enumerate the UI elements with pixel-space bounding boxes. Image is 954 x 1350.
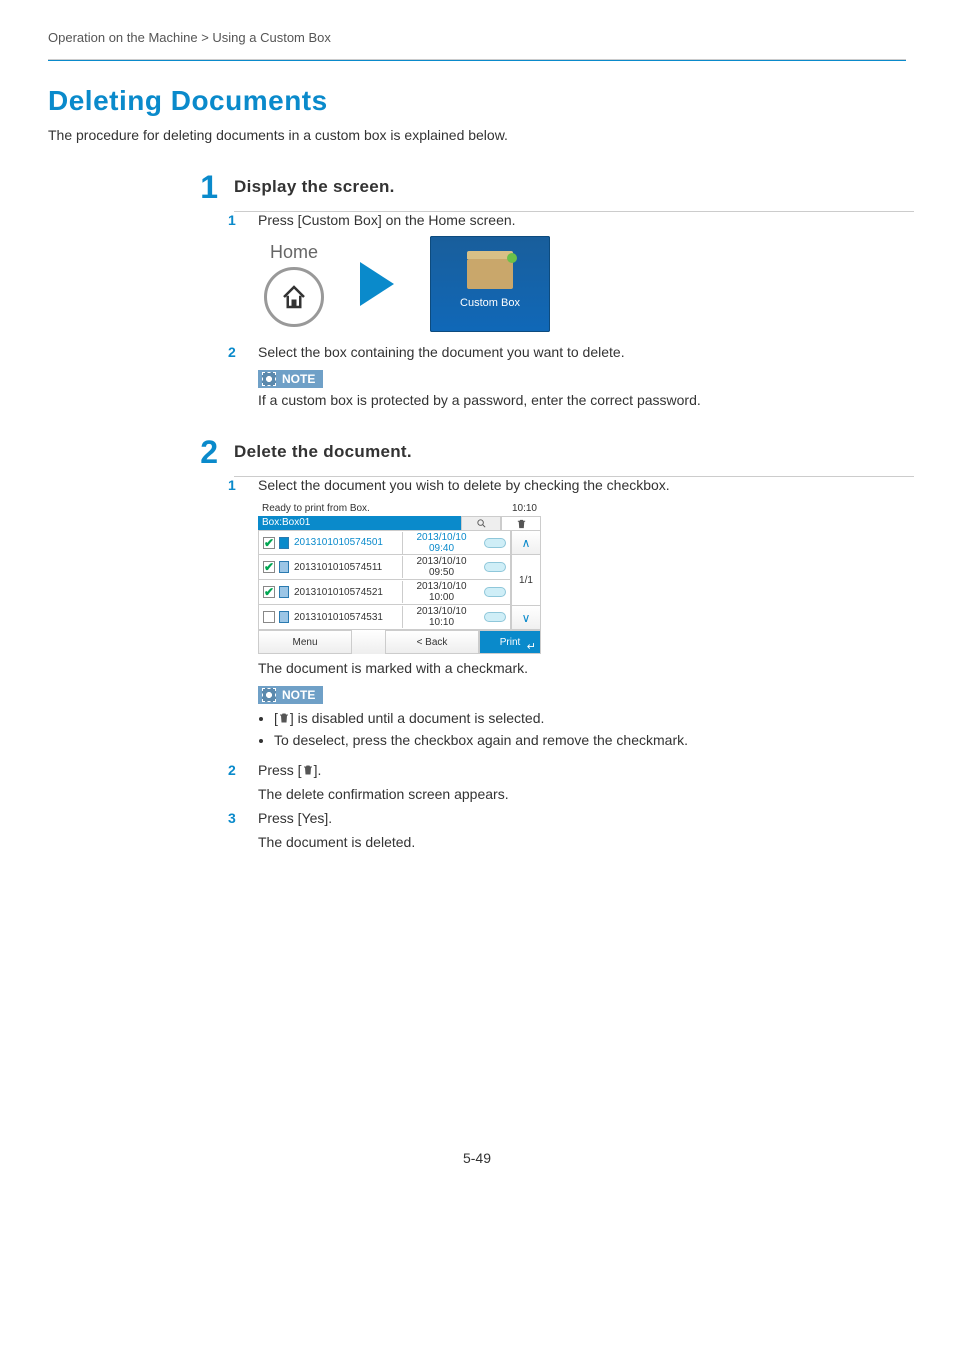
breadcrumb: Operation on the Machine > Using a Custo…	[48, 30, 906, 55]
list-item[interactable]: 20131010105745212013/10/10 10:00	[258, 580, 511, 605]
step2-sub3-after: The document is deleted.	[228, 834, 906, 850]
page-count: 1/1	[511, 555, 541, 605]
trash-icon	[302, 763, 314, 777]
back-button[interactable]: < Back	[385, 630, 479, 654]
step2-sub3-text: Press [Yes].	[258, 810, 906, 826]
step1-heading: Display the screen.	[234, 171, 395, 197]
step1-number: 1	[188, 171, 218, 203]
note-badge: NOTE	[258, 686, 323, 704]
print-button[interactable]: Print	[479, 630, 541, 654]
step1-note-body: If a custom box is protected by a passwo…	[258, 388, 906, 408]
info-pill-icon[interactable]	[484, 562, 506, 572]
step2-sub2-num: 2	[228, 762, 242, 778]
scroll-down-button[interactable]: ∨	[511, 605, 541, 630]
delete-tab[interactable]	[501, 516, 541, 530]
step2-note-bullet2: To deselect, press the checkbox again an…	[274, 732, 906, 748]
step2-after-screen: The document is marked with a checkmark.	[228, 660, 906, 676]
list-item[interactable]: 20131010105745312013/10/10 10:10	[258, 605, 511, 630]
trash-icon	[516, 518, 527, 530]
note-badge: NOTE	[258, 370, 323, 388]
page-number: 5-49	[48, 1150, 906, 1166]
info-pill-icon[interactable]	[484, 612, 506, 622]
search-icon	[476, 518, 487, 529]
info-pill-icon[interactable]	[484, 587, 506, 597]
checkbox-icon[interactable]	[263, 537, 275, 549]
custom-box-label: Custom Box	[460, 297, 520, 309]
document-icon	[279, 537, 289, 549]
home-label: Home	[264, 242, 324, 263]
document-icon	[279, 611, 289, 623]
list-item[interactable]: 20131010105745112013/10/10 09:50	[258, 555, 511, 580]
menu-button[interactable]: Menu	[258, 630, 352, 654]
scroll-up-button[interactable]: ∧	[511, 530, 541, 555]
step2-sub2-text: Press [].	[258, 762, 906, 778]
step1-sub1-text: Press [Custom Box] on the Home screen.	[258, 212, 906, 228]
step2-note-bullet1: [] is disabled until a document is selec…	[274, 710, 906, 726]
box-icon	[467, 259, 513, 289]
screen-status: Ready to print from Box.	[262, 503, 370, 514]
step2-sub1-text: Select the document you wish to delete b…	[258, 477, 906, 493]
trash-icon	[278, 711, 290, 725]
arrow-right-icon	[360, 262, 394, 306]
step2-heading: Delete the document.	[234, 436, 412, 462]
document-icon	[279, 586, 289, 598]
step2-sub1-num: 1	[228, 477, 242, 493]
screen-path: Box:Box01	[258, 516, 461, 530]
step2-number: 2	[188, 436, 218, 468]
step2-sub2-after: The delete confirmation screen appears.	[228, 786, 906, 802]
screen-time: 10:10	[512, 503, 537, 514]
checkbox-icon[interactable]	[263, 611, 275, 623]
checkbox-icon[interactable]	[263, 586, 275, 598]
home-button[interactable]	[264, 267, 324, 327]
list-item[interactable]: 20131010105745012013/10/10 09:40	[258, 530, 511, 555]
chevron-up-icon: ∧	[522, 536, 531, 550]
home-icon	[279, 282, 309, 312]
intro-text: The procedure for deleting documents in …	[48, 127, 906, 143]
step2-sub3-num: 3	[228, 810, 242, 826]
custom-box-button[interactable]: Custom Box	[430, 236, 550, 332]
page-title: Deleting Documents	[48, 85, 906, 117]
info-pill-icon[interactable]	[484, 538, 506, 548]
step1-sub1-num: 1	[228, 212, 242, 228]
chevron-down-icon: ∨	[522, 611, 531, 625]
device-screenshot: Ready to print from Box. 10:10 Box:Box01…	[258, 501, 541, 654]
step1-sub2-num: 2	[228, 344, 242, 360]
step1-sub2-text: Select the box containing the document y…	[258, 344, 906, 360]
document-icon	[279, 561, 289, 573]
checkbox-icon[interactable]	[263, 561, 275, 573]
search-tab[interactable]	[461, 516, 501, 530]
